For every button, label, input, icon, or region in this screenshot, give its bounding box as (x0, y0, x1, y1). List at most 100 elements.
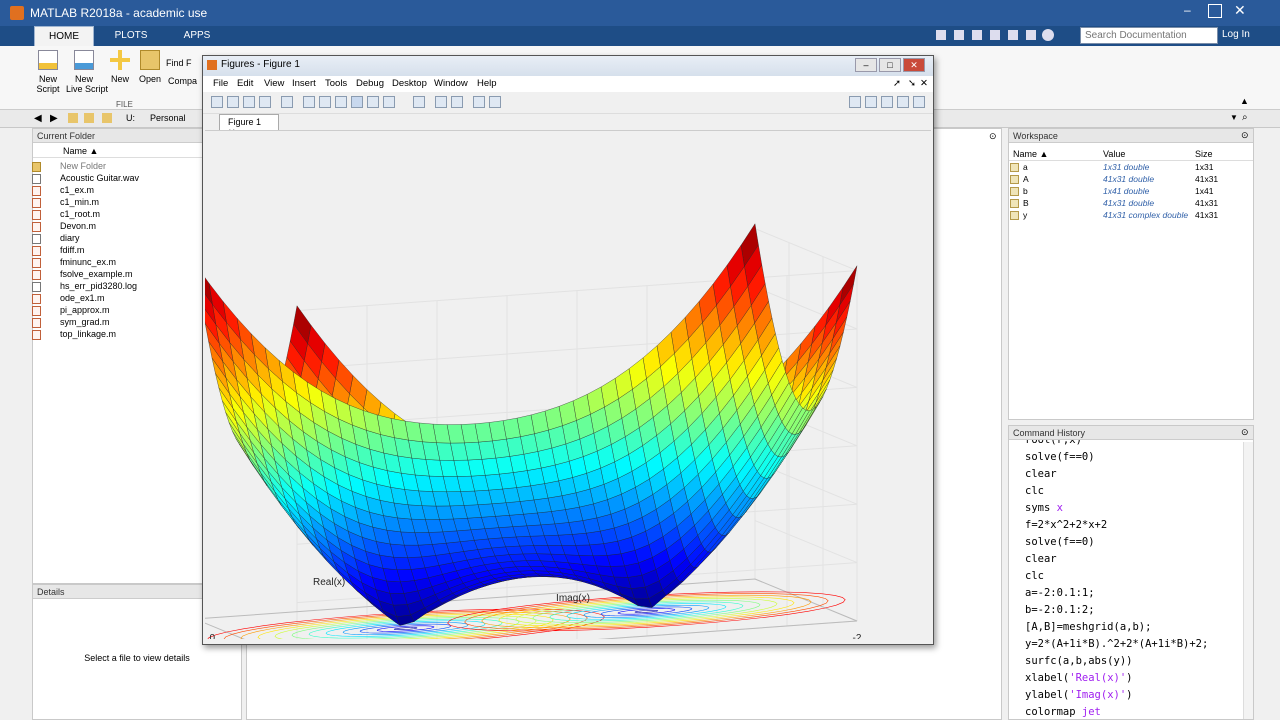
history-entry[interactable]: syms x (1025, 500, 1063, 517)
path-segment-drive[interactable]: U: (126, 113, 135, 123)
search-documentation-input[interactable] (1080, 27, 1218, 44)
file-item[interactable]: c1_root.m (60, 208, 100, 220)
minimize-icon[interactable]: – (1184, 4, 1198, 18)
ws-var-name[interactable]: B (1023, 198, 1029, 208)
history-entry[interactable]: ylabel('Imag(x)') (1025, 687, 1133, 704)
history-entry[interactable]: f=2*x^2+2*x+2 (1025, 517, 1107, 534)
menu-help[interactable]: Help (477, 78, 497, 89)
file-item[interactable]: fsolve_example.m (60, 268, 133, 280)
print-icon[interactable] (259, 96, 271, 108)
menu-insert[interactable]: Insert (292, 78, 316, 89)
float-icon[interactable] (897, 96, 909, 108)
browse-folder-icon[interactable] (84, 113, 94, 123)
file-item[interactable]: hs_err_pid3280.log (60, 280, 137, 292)
menu-file[interactable]: File (213, 78, 228, 89)
dock-icon[interactable]: ➘ (908, 78, 916, 89)
new-live-script-button[interactable]: New Live Script (66, 50, 108, 94)
collapse-ribbon-icon[interactable]: ▲ (1240, 96, 1249, 106)
quick-access-toolbar[interactable] (936, 29, 1076, 43)
ws-var-name[interactable]: a (1023, 162, 1028, 172)
file-item[interactable]: Acoustic Guitar.wav (60, 172, 139, 184)
history-entry[interactable]: clear (1025, 551, 1057, 568)
undock-icon[interactable]: ➚ (893, 78, 901, 89)
pan-icon[interactable] (335, 96, 347, 108)
maximize-icon[interactable] (1208, 4, 1222, 18)
history-entry[interactable]: clc (1025, 483, 1044, 500)
save-figure-icon[interactable] (243, 96, 255, 108)
history-scrollbar[interactable] (1243, 442, 1253, 719)
file-item[interactable]: c1_min.m (60, 196, 99, 208)
figure-window[interactable]: Figures - Figure 1 – □ ✕ File Edit View … (170, 55, 934, 684)
tab-apps[interactable]: APPS (170, 26, 224, 46)
file-item[interactable]: top_linkage.m (60, 328, 116, 340)
rotate-3d-icon[interactable] (351, 96, 363, 108)
history-options-icon[interactable]: ⊙ (1241, 427, 1249, 438)
surface-plot[interactable]: 02468101221.510.50-0.5-1-1.5-2-2-101Real… (170, 131, 931, 684)
ws-var-name[interactable]: b (1023, 186, 1028, 196)
file-item[interactable]: New Folder (60, 160, 106, 172)
history-entry[interactable]: solve(f==0) (1025, 449, 1095, 466)
tab-home[interactable]: HOME (34, 26, 94, 46)
menu-view[interactable]: View (264, 78, 284, 89)
history-entry[interactable]: clc (1025, 568, 1044, 585)
compare-button[interactable]: Compa (168, 76, 197, 86)
close-icon[interactable]: ✕ (1234, 2, 1252, 20)
tab-plots[interactable]: PLOTS (104, 26, 158, 46)
minimize-button[interactable]: – (855, 58, 877, 72)
login-link[interactable]: Log In (1222, 29, 1250, 40)
history-entry[interactable]: colormap jet (1025, 704, 1101, 719)
link-plot-icon[interactable] (413, 96, 425, 108)
history-entry[interactable]: b=-2:0.1:2; (1025, 602, 1095, 619)
file-item[interactable]: ode_ex1.m (60, 292, 105, 304)
ws-var-name[interactable]: y (1023, 210, 1027, 220)
axes-area[interactable]: 02468101221.510.50-0.5-1-1.5-2-2-101Real… (170, 130, 931, 684)
open-file-icon[interactable] (227, 96, 239, 108)
hide-tools-icon[interactable] (473, 96, 485, 108)
column-header-name[interactable]: Name ▲ (1013, 149, 1048, 159)
file-item[interactable]: sym_grad.m (60, 316, 110, 328)
root-folder-icon[interactable] (102, 113, 112, 123)
new-figure-icon[interactable] (211, 96, 223, 108)
close-button[interactable]: ✕ (903, 58, 925, 72)
history-entry[interactable]: y=2*(A+1i*B).^2+2*(A+1i*B)+2; (1025, 636, 1208, 653)
tile-icon[interactable] (849, 96, 861, 108)
menu-edit[interactable]: Edit (237, 78, 253, 89)
zoom-out-icon[interactable] (319, 96, 331, 108)
file-item[interactable]: Devon.m (60, 220, 96, 232)
panel-options-icon[interactable]: ⊙ (989, 131, 997, 142)
file-item[interactable]: fdiff.m (60, 244, 84, 256)
history-entry[interactable]: solve(f==0) (1025, 534, 1095, 551)
up-folder-icon[interactable] (68, 113, 78, 123)
path-dropdown-icon[interactable]: ▼ (1230, 113, 1238, 122)
history-entry[interactable]: [A,B]=meshgrid(a,b); (1025, 619, 1151, 636)
brush-icon[interactable] (383, 96, 395, 108)
maximize-figure-icon[interactable] (913, 96, 925, 108)
history-entry[interactable]: surfc(a,b,abs(y)) (1025, 653, 1132, 670)
ws-var-name[interactable]: A (1023, 174, 1029, 184)
path-segment-personal[interactable]: Personal (150, 113, 186, 123)
colorbar-icon[interactable] (435, 96, 447, 108)
file-item[interactable]: diary (60, 232, 80, 244)
maximize-button[interactable]: □ (879, 58, 901, 72)
forward-arrow-icon[interactable]: ▶ (50, 113, 58, 124)
left-right-icon[interactable] (865, 96, 877, 108)
menu-tools[interactable]: Tools (325, 78, 347, 89)
search-icon[interactable]: ⌕ (1242, 112, 1248, 123)
find-files-button[interactable]: Find F (166, 58, 192, 68)
open-button[interactable]: Open (132, 50, 168, 84)
history-entry[interactable]: clear (1025, 466, 1057, 483)
column-header-size[interactable]: Size (1195, 149, 1213, 159)
workspace-options-icon[interactable]: ⊙ (1241, 130, 1249, 141)
menu-window[interactable]: Window (434, 78, 468, 89)
file-item[interactable]: fminunc_ex.m (60, 256, 116, 268)
file-item[interactable]: c1_ex.m (60, 184, 94, 196)
show-tools-icon[interactable] (489, 96, 501, 108)
zoom-in-icon[interactable] (303, 96, 315, 108)
menu-debug[interactable]: Debug (356, 78, 384, 89)
history-entry[interactable]: xlabel('Real(x)') (1025, 670, 1133, 687)
figure-tab[interactable]: Figure 1 ✕ (219, 114, 279, 137)
data-cursor-icon[interactable] (367, 96, 379, 108)
history-entry[interactable]: a=-2:0.1:1; (1025, 585, 1095, 602)
new-script-button[interactable]: New Script (30, 50, 66, 94)
edit-plot-icon[interactable] (281, 96, 293, 108)
